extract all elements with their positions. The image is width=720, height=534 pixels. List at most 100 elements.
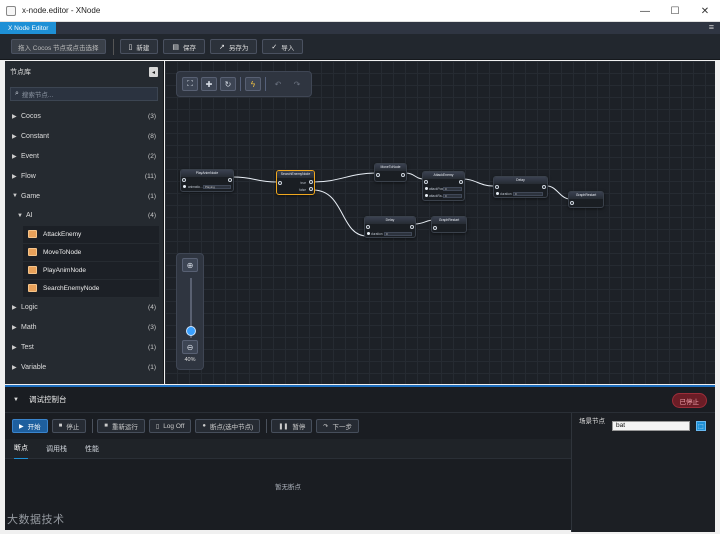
tab-call-stack[interactable]: 调用栈 — [46, 439, 67, 459]
graph-node-delay[interactable]: Delay duration 0 — [493, 176, 548, 198]
zoom-slider-thumb[interactable] — [186, 326, 196, 336]
close-button[interactable]: ✕ — [690, 0, 720, 22]
log-off-button[interactable]: ▯ Log Off — [148, 419, 192, 433]
graph-canvas[interactable]: ⛶ ✚ ↻ ϟ ↶ ↷ ⊕ ⊖ 40% PlayAnimNode animati… — [165, 61, 715, 384]
lightning-icon[interactable]: ϟ — [245, 77, 261, 91]
node-input-pin[interactable] — [182, 178, 186, 182]
graph-node-search-enemy[interactable]: SearchEnemyNode true false — [276, 170, 315, 195]
tree-group-flow[interactable]: ▶ Flow (11) — [5, 166, 163, 186]
new-button[interactable]: ▯ 新建 — [119, 39, 159, 54]
undo-icon[interactable]: ↶ — [270, 77, 286, 91]
pause-button[interactable]: ❚❚ 暂停 — [271, 419, 313, 433]
graph-node-play-anim[interactable]: PlayAnimNode animatio... Playing — [180, 169, 234, 192]
node-output-pin[interactable] — [542, 185, 546, 189]
tree-group-logic[interactable]: ▶ Logic (4) — [5, 298, 163, 318]
node-param-pin[interactable] — [425, 187, 428, 190]
node-param-field[interactable]: 0 — [513, 192, 543, 196]
node-title: PlayAnimNode — [181, 170, 233, 177]
graph-node-graph-restart[interactable]: GraphRestart — [568, 191, 604, 208]
scene-node-input[interactable]: bat — [612, 421, 690, 431]
tab-breakpoints[interactable]: 断点 — [14, 439, 28, 459]
editor-tab[interactable]: X Node Editor — [0, 22, 57, 34]
tree-node-play-anim-node[interactable]: PlayAnimNode — [23, 261, 159, 280]
cocos-import-hint-button[interactable]: 拖入 Cocos 节点或点击选择 — [11, 39, 106, 54]
center-view-icon[interactable]: ✚ — [201, 77, 217, 91]
step-next-button[interactable]: ↷ 下一步 — [316, 419, 359, 433]
node-param-field[interactable]: 0 — [443, 194, 462, 198]
save-button[interactable]: ▤ 保存 — [163, 39, 206, 54]
node-param-field[interactable]: 0 — [384, 232, 412, 236]
tree-group-constant[interactable]: ▶ Constant (8) — [5, 127, 163, 147]
import-label: 导入 — [281, 44, 295, 52]
node-title: Delay — [365, 217, 415, 224]
fit-view-icon[interactable]: ⛶ — [182, 77, 198, 91]
refresh-icon[interactable]: ↻ — [220, 77, 236, 91]
tree-node-search-enemy-node[interactable]: SearchEnemyNode — [23, 279, 159, 298]
breakpoint-button[interactable]: ● 断点(选中节点) — [195, 419, 261, 433]
tree-group-math[interactable]: ▶ Math (3) — [5, 318, 163, 338]
node-output-pin[interactable] — [410, 225, 414, 229]
node-output-pin[interactable] — [228, 178, 232, 182]
tree-subgroup-label: AI — [26, 212, 33, 220]
tree-group-label: Math — [21, 323, 37, 331]
node-param-pin[interactable] — [496, 192, 499, 195]
tree-subgroup-ai[interactable]: ▼ AI (4) — [5, 206, 163, 226]
tree-node-attack-enemy[interactable]: AttackEnemy — [23, 225, 159, 244]
locate-icon[interactable]: ⬚ — [696, 421, 706, 431]
save-icon: ▤ — [172, 43, 180, 51]
node-input-pin[interactable] — [495, 185, 499, 189]
node-input-pin[interactable] — [424, 180, 428, 184]
tree-group-game[interactable]: ▼ Game (1) — [5, 186, 163, 206]
stop-button[interactable]: ■ 停止 — [51, 419, 87, 433]
graph-node-graph-restart[interactable]: GraphRestart — [431, 216, 467, 233]
node-input-pin[interactable] — [376, 173, 380, 177]
node-param-pin[interactable] — [367, 232, 370, 235]
node-param-pin[interactable] — [183, 185, 186, 188]
status-badge: 已停止 — [671, 393, 707, 408]
node-param-field[interactable]: Playing — [203, 185, 231, 189]
node-param-field[interactable]: 0 — [443, 187, 462, 191]
node-output-pin[interactable] — [309, 187, 313, 191]
tree-group-test[interactable]: ▶ Test (1) — [5, 337, 163, 357]
tree-node-move-to-node[interactable]: MoveToNode — [23, 243, 159, 262]
maximize-button[interactable]: ☐ — [660, 0, 690, 22]
node-search-input[interactable]: ⌕ 搜索节点... — [10, 87, 158, 101]
restart-button[interactable]: ■ 重新运行 — [97, 419, 145, 433]
app-header: X Node Editor ≡ — [0, 22, 720, 34]
graph-node-move-to[interactable]: MoveToNode — [374, 163, 407, 182]
node-icon — [28, 266, 37, 275]
tree-group-variable[interactable]: ▶ Variable (1) — [5, 357, 163, 377]
start-button[interactable]: ▶ 开始 — [12, 419, 48, 433]
hamburger-icon[interactable]: ≡ — [709, 23, 714, 32]
zoom-in-icon[interactable]: ⊕ — [182, 258, 198, 272]
node-input-pin[interactable] — [366, 225, 370, 229]
node-output-pin[interactable] — [309, 180, 313, 184]
graph-node-delay[interactable]: Delay duration 0 — [364, 216, 416, 238]
watermark-text: 大数据技术 — [7, 514, 65, 526]
graph-node-attack-enemy[interactable]: AttackEnemy attackPow... 0 attackRa... 0 — [422, 171, 465, 201]
minimize-button[interactable]: — — [630, 0, 660, 22]
node-library-title: 节点库 — [10, 69, 31, 76]
file-icon: ▯ — [128, 43, 133, 51]
window-titlebar: x-node.editor - XNode — ☐ ✕ — [0, 0, 720, 22]
import-button[interactable]: ✓ 导入 — [262, 39, 304, 54]
node-output-pin[interactable] — [459, 180, 463, 184]
chevron-down-icon[interactable]: ▼ — [13, 397, 19, 403]
chevron-right-icon: ▶ — [12, 364, 17, 371]
tree-group-event[interactable]: ▶ Event (2) — [5, 147, 163, 167]
node-input-pin[interactable] — [433, 226, 437, 230]
node-input-pin[interactable] — [278, 181, 282, 185]
tree-group-count: (11) — [144, 172, 156, 180]
node-output-pin[interactable] — [401, 173, 405, 177]
zoom-out-icon[interactable]: ⊖ — [182, 340, 198, 354]
watermark-logo: 大数据技术 — [7, 511, 65, 527]
node-input-pin[interactable] — [570, 201, 574, 205]
redo-icon[interactable]: ↷ — [289, 77, 305, 91]
collapse-panel-button[interactable]: ◂ — [149, 67, 158, 77]
arrow-out-icon: ↗ — [219, 43, 225, 51]
node-param-pin[interactable] — [425, 194, 428, 197]
breakpoint-icon: ● — [202, 423, 207, 429]
save-as-button[interactable]: ↗ 另存为 — [210, 39, 258, 54]
tree-group-cocos[interactable]: ▶ Cocos (3) — [5, 107, 163, 127]
tab-performance[interactable]: 性能 — [85, 439, 99, 459]
